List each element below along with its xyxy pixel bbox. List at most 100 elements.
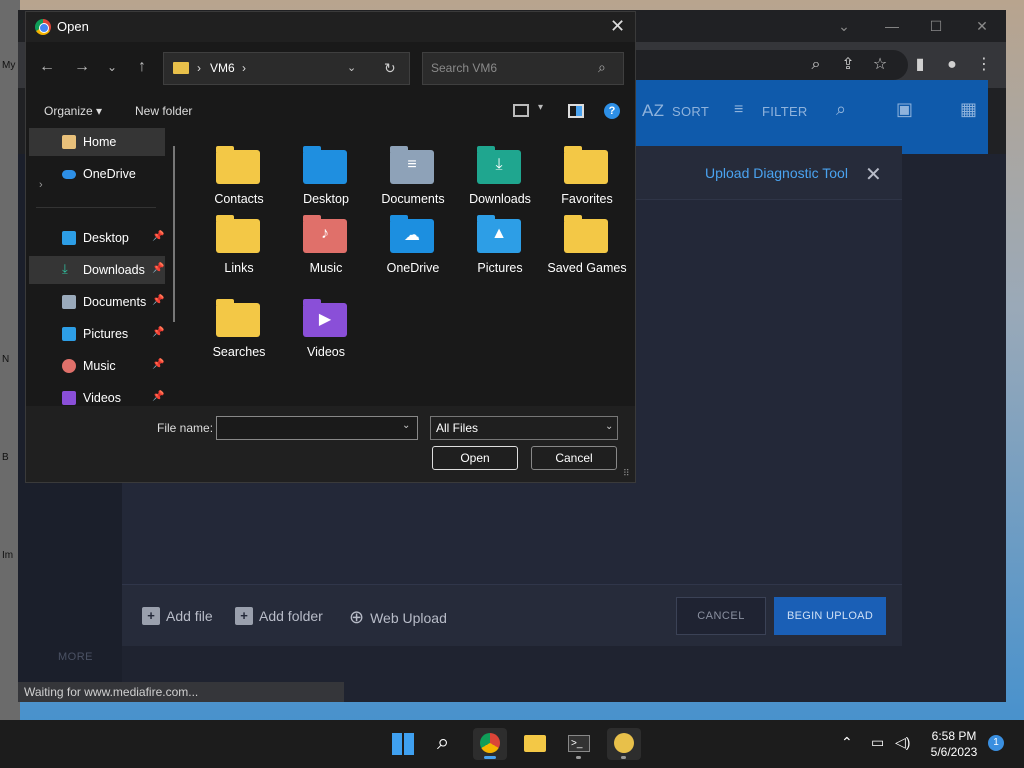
pin-icon[interactable]: 📌 (152, 327, 164, 338)
desktop-label: Im (2, 550, 14, 561)
help-icon[interactable]: ? (604, 103, 620, 119)
new-folder-button[interactable]: New folder (135, 104, 192, 118)
pictures-folder-icon: ▲ (477, 215, 521, 253)
filter-icon[interactable]: ≡ (734, 101, 744, 119)
file-item-onedrive[interactable]: ☁ OneDrive (370, 205, 452, 275)
pin-icon[interactable]: 📌 (152, 391, 164, 402)
close-icon[interactable]: ✕ (610, 16, 625, 37)
preview-pane-icon[interactable] (568, 104, 584, 118)
open-button[interactable]: Open (432, 446, 518, 470)
file-name-label: File name: (157, 421, 214, 435)
file-item-desktop[interactable]: Desktop (283, 136, 365, 206)
cancel-button[interactable]: Cancel (531, 446, 617, 470)
back-icon[interactable]: ← (37, 58, 57, 76)
add-folder-button[interactable]: + Add folder (235, 607, 323, 625)
file-item-contacts[interactable]: Contacts (196, 136, 278, 206)
up-icon[interactable]: ↑ (132, 58, 152, 76)
running-indicator (576, 756, 581, 759)
search-box[interactable]: ⌕ (422, 52, 624, 85)
chrome-icon[interactable] (473, 728, 507, 760)
menu-icon[interactable]: ⋮ (973, 54, 995, 76)
begin-upload-button[interactable]: BEGIN UPLOAD (774, 597, 886, 635)
sidebar-icon[interactable]: ▮ (909, 54, 931, 76)
minimize-icon[interactable]: — (880, 16, 904, 36)
nav-item-label: Videos (83, 391, 121, 405)
close-icon[interactable]: ✕ (865, 162, 882, 187)
address-bar[interactable]: › VM6 › ⌄ ↻ (163, 52, 410, 85)
nav-item-videos[interactable]: Videos 📌 (29, 384, 165, 406)
nav-item-onedrive[interactable]: OneDrive (29, 160, 165, 188)
file-item-documents[interactable]: ≡ Documents (370, 136, 452, 206)
file-item-saved-games[interactable]: Saved Games (544, 205, 627, 275)
grid-view-icon[interactable]: ▦ (960, 99, 977, 120)
chevron-down-icon[interactable]: ⌄ (832, 16, 856, 36)
file-item-music[interactable]: ♪ Music (283, 205, 365, 275)
nav-item-documents[interactable]: Documents 📌 (29, 288, 165, 316)
file-item-favorites[interactable]: Favorites (544, 136, 626, 206)
notification-badge[interactable]: 1 (988, 735, 1004, 751)
star-icon[interactable]: ☆ (869, 54, 891, 76)
scrollbar[interactable] (173, 146, 175, 322)
volume-icon[interactable]: ◁) (895, 734, 910, 751)
file-item-pictures[interactable]: ▲ Pictures (457, 205, 539, 275)
search-icon[interactable]: ⌕ (598, 59, 606, 76)
terminal-icon[interactable]: >_ (562, 728, 596, 760)
network-icon[interactable]: ▭ (871, 734, 884, 751)
file-item-searches[interactable]: Searches (196, 289, 278, 359)
search-icon[interactable]: ⌕ (805, 54, 827, 76)
chevron-right-icon[interactable]: › (242, 61, 246, 75)
chevron-down-icon[interactable]: ▾ (538, 102, 543, 113)
pin-icon[interactable]: 📌 (152, 231, 164, 242)
filter-button[interactable]: FILTER (762, 104, 808, 119)
nav-item-downloads[interactable]: ⤓ Downloads 📌 (29, 256, 165, 284)
running-indicator (621, 756, 626, 759)
refresh-icon[interactable]: ↻ (384, 60, 396, 77)
close-icon[interactable]: ✕ (970, 16, 994, 36)
address-path[interactable]: VM6 (210, 61, 235, 75)
forward-icon[interactable]: → (72, 58, 92, 76)
file-name-input[interactable] (216, 416, 418, 440)
address-bar[interactable] (618, 50, 908, 80)
chevron-down-icon[interactable]: ⌄ (347, 61, 356, 74)
cancel-upload-button[interactable]: CANCEL (676, 597, 766, 635)
profile-icon[interactable]: ● (941, 54, 963, 76)
sort-az-icon[interactable]: AZ (642, 101, 664, 121)
nav-item-home[interactable]: Home (29, 128, 165, 156)
resize-grip-icon[interactable]: ⠿ (623, 468, 630, 479)
search-icon[interactable]: ⌕ (430, 728, 464, 760)
pin-icon[interactable]: 📌 (152, 263, 164, 274)
file-type-select[interactable]: All Files ⌄ (430, 416, 618, 440)
new-folder-icon[interactable]: ▣ (896, 99, 913, 120)
clock-time: 6:58 PM (931, 729, 977, 743)
video-icon (62, 391, 76, 405)
organize-button[interactable]: Organize ▾ (44, 104, 102, 118)
bee-app-icon[interactable] (607, 728, 641, 760)
nav-item-desktop[interactable]: Desktop 📌 (29, 224, 165, 252)
file-explorer-icon[interactable] (518, 728, 552, 760)
view-icon[interactable] (513, 104, 529, 117)
windows-start-icon[interactable] (386, 728, 420, 760)
search-icon[interactable]: ⌕ (836, 99, 846, 120)
dialog-title: Open (57, 19, 89, 34)
add-file-button[interactable]: + Add file (142, 607, 213, 625)
recent-locations-icon[interactable]: ⌄ (102, 60, 122, 74)
file-item-downloads[interactable]: ⤓ Downloads (457, 136, 539, 206)
file-item-videos[interactable]: ▶ Videos (283, 289, 365, 359)
nav-item-pictures[interactable]: Pictures 📌 (29, 320, 165, 348)
chevron-right-icon[interactable]: › (197, 61, 201, 75)
bee-glyph (614, 733, 634, 753)
maximize-icon[interactable]: ☐ (924, 16, 948, 36)
search-input[interactable] (431, 61, 591, 75)
pin-icon[interactable]: 📌 (152, 295, 164, 306)
file-item-label: Pictures (477, 261, 523, 275)
pin-icon[interactable]: 📌 (152, 359, 164, 370)
more-label[interactable]: MORE (58, 651, 93, 663)
file-item-links[interactable]: Links (196, 205, 278, 275)
clock[interactable]: 6:58 PM 5/6/2023 (918, 728, 990, 760)
share-icon[interactable]: ⇪ (837, 54, 859, 76)
chevron-down-icon[interactable]: ⌄ (402, 420, 410, 431)
sort-button[interactable]: SORT (672, 104, 709, 119)
nav-item-music[interactable]: Music 📌 (29, 352, 165, 380)
chevron-up-icon[interactable]: ⌃ (841, 734, 853, 751)
web-upload-button[interactable]: ⊕ Web Upload (349, 607, 447, 628)
